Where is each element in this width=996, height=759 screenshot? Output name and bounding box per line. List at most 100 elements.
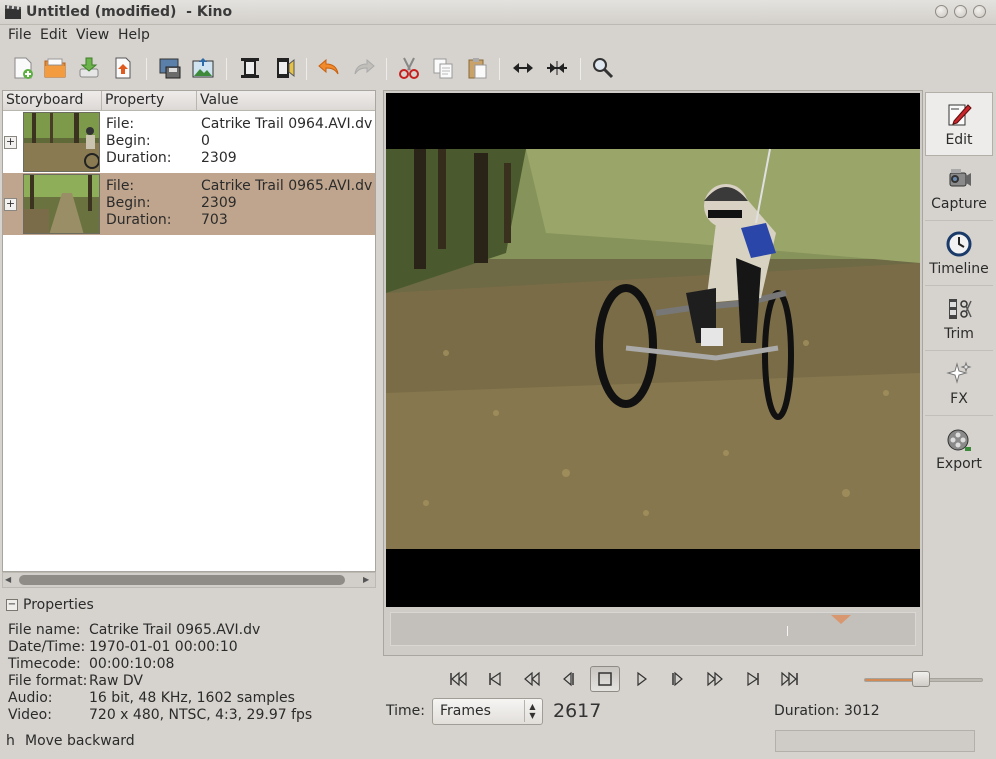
mode-tabs: Edit Capture Timeline Trim FX Export bbox=[925, 92, 993, 482]
storyboard-list[interactable]: Storyboard Property Value + File: Begin:… bbox=[2, 90, 376, 572]
sparkle-icon bbox=[946, 361, 972, 384]
title-bar: Untitled (modified) - Kino bbox=[0, 0, 996, 25]
property-label: Duration: bbox=[106, 212, 172, 228]
scene-thumbnail bbox=[23, 112, 100, 172]
expand-icon[interactable]: + bbox=[4, 198, 17, 211]
scroll-left-icon[interactable]: ◀ bbox=[5, 575, 11, 584]
paste-icon bbox=[468, 58, 487, 79]
property-label: Duration: bbox=[106, 150, 172, 166]
document-upload-icon bbox=[115, 57, 131, 79]
spin-arrows-icon[interactable]: ▲ ▼ bbox=[524, 700, 540, 722]
expand-button[interactable] bbox=[509, 54, 537, 82]
paste-button[interactable] bbox=[463, 54, 491, 82]
previous-icon bbox=[489, 671, 501, 687]
minimize-button[interactable] bbox=[935, 5, 948, 18]
property-label: Begin: bbox=[106, 133, 151, 149]
previous-scene-button[interactable] bbox=[480, 666, 510, 692]
scroll-right-icon[interactable]: ▶ bbox=[363, 575, 369, 584]
property-label: Audio: bbox=[8, 690, 53, 706]
properties-heading[interactable]: Properties bbox=[23, 597, 94, 613]
menu-file[interactable]: File bbox=[8, 27, 31, 43]
stop-button[interactable] bbox=[590, 666, 620, 692]
undo-button[interactable] bbox=[315, 54, 343, 82]
collapse-button[interactable] bbox=[543, 54, 571, 82]
column-header-value[interactable]: Value bbox=[197, 91, 375, 111]
join-scenes-button[interactable] bbox=[270, 54, 298, 82]
edit-icon bbox=[948, 104, 972, 126]
play-icon bbox=[637, 671, 647, 687]
collapse-icon[interactable]: − bbox=[6, 599, 18, 611]
publish-frame-button[interactable] bbox=[189, 54, 217, 82]
film-split-icon bbox=[241, 58, 259, 78]
maximize-button[interactable] bbox=[954, 5, 967, 18]
picture-upload-icon bbox=[192, 58, 214, 78]
tab-edit[interactable]: Edit bbox=[925, 92, 993, 156]
position-scrubber[interactable] bbox=[390, 612, 916, 646]
scrollbar-thumb[interactable] bbox=[19, 575, 345, 585]
duration-value: 2309 bbox=[201, 150, 237, 166]
open-folder-icon bbox=[44, 58, 66, 78]
duration-value: 703 bbox=[201, 212, 228, 228]
status-shortcut-key: h bbox=[6, 733, 15, 749]
last-scene-button[interactable] bbox=[775, 666, 805, 692]
fast-forward-button[interactable] bbox=[700, 666, 730, 692]
video-preview[interactable] bbox=[386, 93, 920, 607]
copy-button[interactable] bbox=[429, 54, 457, 82]
tab-export[interactable]: Export bbox=[925, 417, 993, 481]
new-file-icon bbox=[14, 57, 33, 79]
film-reel-icon bbox=[947, 429, 971, 451]
tab-fx[interactable]: FX bbox=[925, 352, 993, 416]
skip-to-start-icon bbox=[450, 671, 467, 687]
audio-value: 16 bit, 48 KHz, 1602 samples bbox=[89, 690, 295, 706]
export-file-button[interactable] bbox=[109, 54, 137, 82]
scene-thumbnail bbox=[23, 174, 100, 234]
storyboard-row-selected[interactable]: + File: Begin: Duration: Catrike Trail 0… bbox=[3, 173, 375, 235]
first-scene-button[interactable] bbox=[443, 666, 473, 692]
step-back-button[interactable] bbox=[553, 666, 583, 692]
zoom-button[interactable] bbox=[589, 54, 617, 82]
scrubber-position-tick bbox=[787, 626, 788, 636]
open-file-button[interactable] bbox=[41, 54, 69, 82]
redo-button[interactable] bbox=[350, 54, 378, 82]
next-icon bbox=[747, 671, 759, 687]
storyboard-row[interactable]: + File: Begin: Duration: Catrike Trail 0… bbox=[3, 111, 375, 173]
column-header-storyboard[interactable]: Storyboard bbox=[3, 91, 102, 111]
tab-trim[interactable]: Trim bbox=[925, 287, 993, 351]
save-frame-button[interactable] bbox=[156, 54, 184, 82]
rewind-button[interactable] bbox=[517, 666, 547, 692]
next-scene-button[interactable] bbox=[738, 666, 768, 692]
save-frame-icon bbox=[159, 58, 181, 79]
rewind-icon bbox=[524, 671, 540, 687]
menu-view[interactable]: View bbox=[76, 27, 109, 43]
cut-button[interactable] bbox=[395, 54, 423, 82]
toolbar-separator bbox=[499, 58, 500, 80]
close-button[interactable] bbox=[973, 5, 986, 18]
property-label: Begin: bbox=[106, 195, 151, 211]
tab-capture[interactable]: Capture bbox=[925, 157, 993, 221]
split-scene-button[interactable] bbox=[236, 54, 264, 82]
skip-to-end-icon bbox=[781, 671, 798, 687]
menu-help[interactable]: Help bbox=[118, 27, 150, 43]
playhead-marker-icon[interactable] bbox=[831, 615, 851, 624]
current-frame-number[interactable]: 2617 bbox=[553, 700, 601, 722]
volume-slider-handle[interactable] bbox=[912, 671, 931, 687]
menu-edit[interactable]: Edit bbox=[40, 27, 67, 43]
column-header-property[interactable]: Property bbox=[102, 91, 197, 111]
copy-icon bbox=[433, 58, 453, 79]
play-button[interactable] bbox=[627, 666, 657, 692]
property-label: Date/Time: bbox=[8, 639, 86, 655]
toolbar bbox=[0, 48, 996, 88]
horizontal-scrollbar[interactable]: ◀ ▶ bbox=[2, 572, 376, 588]
kino-app-icon bbox=[5, 5, 21, 19]
step-forward-button[interactable] bbox=[663, 666, 693, 692]
tab-label: Timeline bbox=[929, 261, 989, 277]
toolbar-separator bbox=[386, 58, 387, 80]
date-time-value: 1970-01-01 00:00:10 bbox=[89, 639, 238, 655]
expand-icon[interactable]: + bbox=[4, 136, 17, 149]
fast-forward-icon bbox=[707, 671, 723, 687]
menu-bar: File Edit View Help bbox=[0, 25, 996, 47]
tab-timeline[interactable]: Timeline bbox=[925, 222, 993, 286]
save-file-button[interactable] bbox=[75, 54, 103, 82]
time-format-value: Frames bbox=[440, 703, 491, 719]
new-file-button[interactable] bbox=[9, 54, 37, 82]
